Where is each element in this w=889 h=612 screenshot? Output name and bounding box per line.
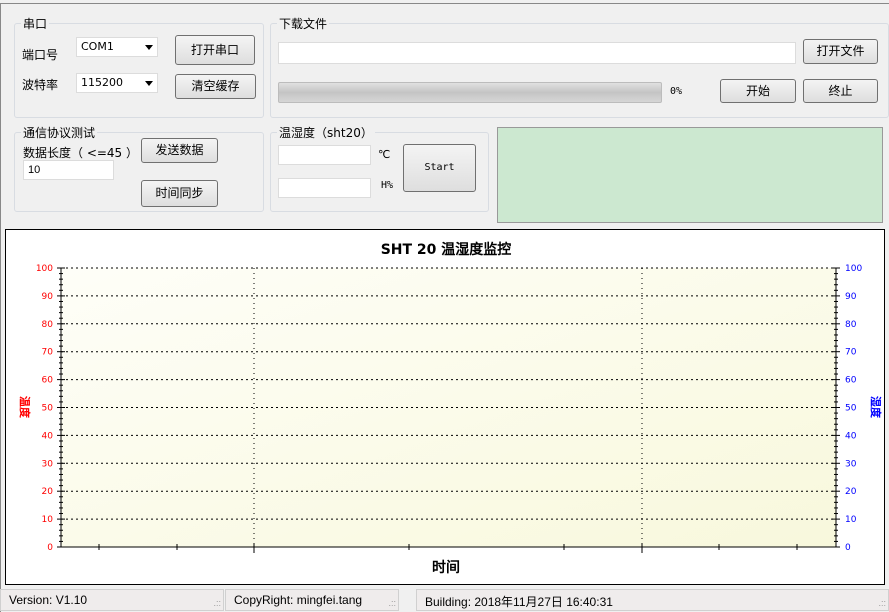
time-sync-button[interactable]: 时间同步 — [141, 180, 218, 207]
chevron-down-icon — [145, 81, 153, 86]
right-tick-label: 60 — [845, 376, 857, 386]
humidity-input[interactable] — [278, 178, 371, 198]
monitor-chart: SHT 20 温湿度监控 时间 温度 湿度 0 0 10 10 20 20 30 30 40 40… — [18, 241, 883, 576]
baud-label: 波特率 — [22, 78, 59, 92]
baud-value: 115200 — [81, 76, 123, 89]
left-tick-label: 20 — [42, 487, 54, 497]
left-tick-label: 80 — [42, 320, 54, 330]
left-tick-label: 90 — [42, 292, 54, 302]
download-group-title: 下载文件 — [277, 15, 330, 32]
right-tick-label: 50 — [845, 404, 857, 414]
right-tick-label: 10 — [845, 515, 857, 525]
left-tick-label: 30 — [42, 459, 54, 469]
clear-cache-button[interactable]: 清空缓存 — [175, 74, 256, 99]
progress-text: 0% — [670, 86, 683, 97]
version-text: Version: V1.10 — [9, 593, 88, 607]
temperature-unit: ℃ — [378, 148, 391, 161]
sht-start-button[interactable]: Start — [403, 144, 476, 192]
status-version: Version: V1.10.:: — [0, 589, 224, 611]
start-download-button[interactable]: 开始 — [720, 79, 796, 103]
left-tick-label: 100 — [36, 264, 53, 274]
stop-download-button[interactable]: 终止 — [803, 79, 878, 103]
open-file-button[interactable]: 打开文件 — [803, 39, 878, 64]
baud-select[interactable]: 115200 — [76, 73, 158, 93]
status-copyright: CopyRight: mingfei.tang.:: — [225, 589, 399, 611]
chart-title: SHT 20 温湿度监控 — [381, 241, 512, 258]
x-axis-label: 时间 — [432, 559, 460, 576]
port-value: COM1 — [81, 40, 114, 53]
chart-panel: SHT 20 温湿度监控 时间 温度 湿度 0 0 10 10 20 20 30 30 40 40… — [5, 229, 885, 585]
left-tick-label: 10 — [42, 515, 54, 525]
right-tick-label: 80 — [845, 320, 857, 330]
send-data-button[interactable]: 发送数据 — [141, 138, 218, 163]
right-tick-label: 30 — [845, 459, 857, 469]
chevron-down-icon — [145, 45, 153, 50]
humidity-unit: H% — [381, 180, 394, 191]
left-tick-label: 0 — [47, 543, 53, 553]
status-indicator-panel — [497, 127, 883, 223]
download-progress-bar — [278, 82, 662, 103]
left-tick-label: 70 — [42, 348, 54, 358]
left-tick-label: 60 — [42, 376, 54, 386]
left-tick-label: 40 — [42, 431, 54, 441]
length-label: 数据长度（ <=45 ） — [23, 146, 139, 160]
copyright-text: CopyRight: mingfei.tang — [234, 593, 363, 607]
right-tick-label: 0 — [845, 543, 851, 553]
right-tick-label: 70 — [845, 348, 857, 358]
sht-group-title: 温湿度（sht20） — [277, 124, 375, 141]
port-label: 端口号 — [22, 48, 59, 62]
left-axis-label: 温度 — [18, 396, 32, 419]
serial-group-title: 串口 — [21, 15, 50, 32]
protocol-group-title: 通信协议测试 — [21, 124, 98, 141]
right-tick-label: 90 — [845, 292, 857, 302]
right-tick-label: 100 — [845, 264, 862, 274]
length-input[interactable] — [23, 160, 114, 180]
right-tick-label: 40 — [845, 431, 857, 441]
status-building: Building: 2018年11月27日 16:40:31.:: — [416, 589, 889, 611]
temperature-input[interactable] — [278, 145, 371, 165]
left-tick-label: 50 — [42, 404, 54, 414]
download-group: 下载文件 — [270, 15, 889, 118]
open-port-button[interactable]: 打开串口 — [175, 35, 255, 65]
right-axis-label: 湿度 — [869, 396, 883, 419]
file-path-input[interactable] — [278, 42, 796, 64]
building-text: Building: 2018年11月27日 16:40:31 — [425, 595, 613, 609]
right-tick-label: 20 — [845, 487, 857, 497]
port-select[interactable]: COM1 — [76, 37, 158, 57]
